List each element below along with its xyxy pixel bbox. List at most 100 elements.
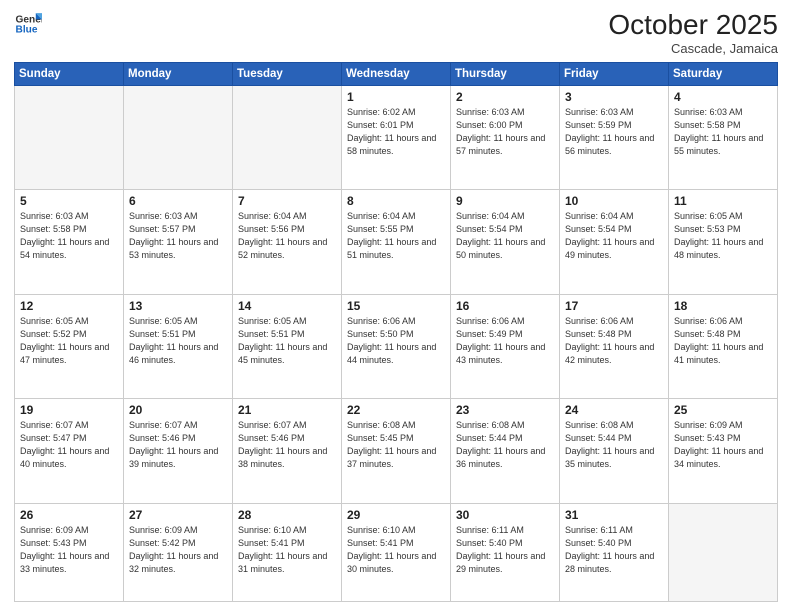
day-number: 22 — [347, 403, 445, 417]
table-row — [15, 85, 124, 189]
table-row — [669, 503, 778, 601]
day-info: Sunrise: 6:02 AM Sunset: 6:01 PM Dayligh… — [347, 106, 445, 158]
day-info: Sunrise: 6:06 AM Sunset: 5:48 PM Dayligh… — [674, 315, 772, 367]
day-number: 7 — [238, 194, 336, 208]
day-number: 31 — [565, 508, 663, 522]
day-info: Sunrise: 6:03 AM Sunset: 5:58 PM Dayligh… — [674, 106, 772, 158]
col-thursday: Thursday — [451, 62, 560, 85]
day-info: Sunrise: 6:03 AM Sunset: 5:58 PM Dayligh… — [20, 210, 118, 262]
table-row: 12Sunrise: 6:05 AM Sunset: 5:52 PM Dayli… — [15, 294, 124, 398]
day-number: 29 — [347, 508, 445, 522]
day-number: 27 — [129, 508, 227, 522]
day-number: 4 — [674, 90, 772, 104]
day-number: 18 — [674, 299, 772, 313]
day-number: 11 — [674, 194, 772, 208]
svg-text:Blue: Blue — [16, 25, 38, 36]
table-row: 23 Sunrise: 6:08 AM Sunset: 5:44 PM Dayli… — [451, 399, 560, 503]
day-number: 10 — [565, 194, 663, 208]
table-row: 26 Sunrise: 6:09 AM Sunset: 5:43 PM Dayli… — [15, 503, 124, 601]
day-number: 17 — [565, 299, 663, 313]
table-row: 25Sunrise: 6:09 AM Sunset: 5:43 PM Dayli… — [669, 399, 778, 503]
day-number: 23 — [456, 403, 554, 417]
day-info: Sunrise: 6:08 AM Sunset: 5:44 PM Dayligh… — [456, 419, 554, 471]
table-row: 27 Sunrise: 6:09 AM Sunset: 5:42 PM Dayli… — [124, 503, 233, 601]
calendar-header-row: Sunday Monday Tuesday Wednesday Thursday… — [15, 62, 778, 85]
table-row: 7 Sunrise: 6:04 AM Sunset: 5:56 PM Daylig… — [233, 190, 342, 294]
day-number: 28 — [238, 508, 336, 522]
table-row: 15Sunrise: 6:06 AM Sunset: 5:50 PM Dayli… — [342, 294, 451, 398]
day-info: Sunrise: 6:11 AM Sunset: 5:40 PM Dayligh… — [565, 524, 663, 576]
table-row — [233, 85, 342, 189]
title-block: October 2025 Cascade, Jamaica — [608, 10, 778, 56]
day-info: Sunrise: 6:04 AM Sunset: 5:54 PM Dayligh… — [565, 210, 663, 262]
table-row: 17 Sunrise: 6:06 AM Sunset: 5:48 PM Dayli… — [560, 294, 669, 398]
day-info: Sunrise: 6:10 AM Sunset: 5:41 PM Dayligh… — [238, 524, 336, 576]
col-tuesday: Tuesday — [233, 62, 342, 85]
table-row: 2 Sunrise: 6:03 AM Sunset: 6:00 PM Daylig… — [451, 85, 560, 189]
day-number: 30 — [456, 508, 554, 522]
day-info: Sunrise: 6:06 AM Sunset: 5:50 PM Dayligh… — [347, 315, 445, 367]
day-info: Sunrise: 6:05 AM Sunset: 5:53 PM Dayligh… — [674, 210, 772, 262]
day-number: 14 — [238, 299, 336, 313]
day-info: Sunrise: 6:05 AM Sunset: 5:51 PM Dayligh… — [238, 315, 336, 367]
table-row: 4 Sunrise: 6:03 AM Sunset: 5:58 PM Daylig… — [669, 85, 778, 189]
day-number: 5 — [20, 194, 118, 208]
day-info: Sunrise: 6:05 AM Sunset: 5:51 PM Dayligh… — [129, 315, 227, 367]
day-info: Sunrise: 6:08 AM Sunset: 5:44 PM Dayligh… — [565, 419, 663, 471]
table-row: 20 Sunrise: 6:07 AM Sunset: 5:46 PM Dayli… — [124, 399, 233, 503]
table-row: 11 Sunrise: 6:05 AM Sunset: 5:53 PM Dayli… — [669, 190, 778, 294]
col-sunday: Sunday — [15, 62, 124, 85]
calendar-table: Sunday Monday Tuesday Wednesday Thursday… — [14, 62, 778, 602]
day-number: 26 — [20, 508, 118, 522]
day-info: Sunrise: 6:04 AM Sunset: 5:54 PM Dayligh… — [456, 210, 554, 262]
day-info: Sunrise: 6:03 AM Sunset: 5:57 PM Dayligh… — [129, 210, 227, 262]
day-info: Sunrise: 6:07 AM Sunset: 5:46 PM Dayligh… — [129, 419, 227, 471]
table-row: 9 Sunrise: 6:04 AM Sunset: 5:54 PM Daylig… — [451, 190, 560, 294]
day-number: 6 — [129, 194, 227, 208]
day-info: Sunrise: 6:06 AM Sunset: 5:48 PM Dayligh… — [565, 315, 663, 367]
day-number: 19 — [20, 403, 118, 417]
table-row: 19Sunrise: 6:07 AM Sunset: 5:47 PM Dayli… — [15, 399, 124, 503]
table-row: 3Sunrise: 6:03 AM Sunset: 5:59 PM Daylig… — [560, 85, 669, 189]
table-row: 5 Sunrise: 6:03 AM Sunset: 5:58 PM Daylig… — [15, 190, 124, 294]
day-info: Sunrise: 6:03 AM Sunset: 6:00 PM Dayligh… — [456, 106, 554, 158]
col-friday: Friday — [560, 62, 669, 85]
day-number: 20 — [129, 403, 227, 417]
table-row: 16 Sunrise: 6:06 AM Sunset: 5:49 PM Dayli… — [451, 294, 560, 398]
day-number: 16 — [456, 299, 554, 313]
table-row: 31 Sunrise: 6:11 AM Sunset: 5:40 PM Dayli… — [560, 503, 669, 601]
table-row: 29Sunrise: 6:10 AM Sunset: 5:41 PM Dayli… — [342, 503, 451, 601]
col-wednesday: Wednesday — [342, 62, 451, 85]
day-info: Sunrise: 6:09 AM Sunset: 5:43 PM Dayligh… — [20, 524, 118, 576]
table-row: 18 Sunrise: 6:06 AM Sunset: 5:48 PM Dayli… — [669, 294, 778, 398]
table-row: 6 Sunrise: 6:03 AM Sunset: 5:57 PM Daylig… — [124, 190, 233, 294]
table-row: 21 Sunrise: 6:07 AM Sunset: 5:46 PM Dayli… — [233, 399, 342, 503]
day-number: 3 — [565, 90, 663, 104]
day-info: Sunrise: 6:04 AM Sunset: 5:56 PM Dayligh… — [238, 210, 336, 262]
day-info: Sunrise: 6:09 AM Sunset: 5:42 PM Dayligh… — [129, 524, 227, 576]
day-number: 24 — [565, 403, 663, 417]
table-row: 30 Sunrise: 6:11 AM Sunset: 5:40 PM Dayli… — [451, 503, 560, 601]
calendar-page: General Blue October 2025 Cascade, Jamai… — [0, 0, 792, 612]
header: General Blue October 2025 Cascade, Jamai… — [14, 10, 778, 56]
table-row: 10 Sunrise: 6:04 AM Sunset: 5:54 PM Dayli… — [560, 190, 669, 294]
table-row: 1 Sunrise: 6:02 AM Sunset: 6:01 PM Daylig… — [342, 85, 451, 189]
logo-icon: General Blue — [14, 10, 42, 38]
table-row: 28 Sunrise: 6:10 AM Sunset: 5:41 PM Dayli… — [233, 503, 342, 601]
logo: General Blue — [14, 10, 42, 38]
day-number: 2 — [456, 90, 554, 104]
day-number: 1 — [347, 90, 445, 104]
day-info: Sunrise: 6:08 AM Sunset: 5:45 PM Dayligh… — [347, 419, 445, 471]
day-number: 9 — [456, 194, 554, 208]
day-number: 21 — [238, 403, 336, 417]
month-title: October 2025 — [608, 10, 778, 41]
day-info: Sunrise: 6:07 AM Sunset: 5:46 PM Dayligh… — [238, 419, 336, 471]
day-number: 12 — [20, 299, 118, 313]
table-row: 24 Sunrise: 6:08 AM Sunset: 5:44 PM Dayli… — [560, 399, 669, 503]
day-info: Sunrise: 6:04 AM Sunset: 5:55 PM Dayligh… — [347, 210, 445, 262]
col-saturday: Saturday — [669, 62, 778, 85]
day-info: Sunrise: 6:06 AM Sunset: 5:49 PM Dayligh… — [456, 315, 554, 367]
day-info: Sunrise: 6:09 AM Sunset: 5:43 PM Dayligh… — [674, 419, 772, 471]
day-info: Sunrise: 6:11 AM Sunset: 5:40 PM Dayligh… — [456, 524, 554, 576]
col-monday: Monday — [124, 62, 233, 85]
